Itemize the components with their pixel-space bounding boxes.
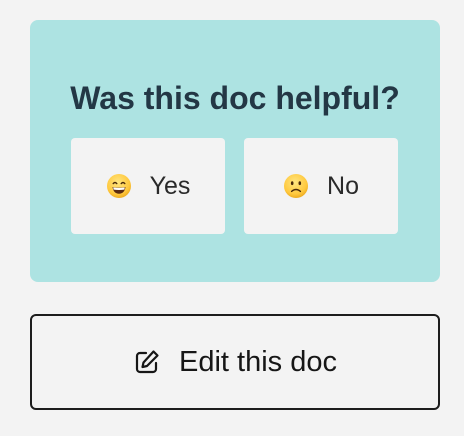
edit-this-doc-label: Edit this doc	[179, 346, 337, 378]
doc-feedback-panel: Was this doc helpful? Yes No	[30, 20, 440, 282]
edit-this-doc-button[interactable]: Edit this doc	[30, 314, 440, 410]
yes-label: Yes	[149, 172, 191, 200]
yes-button[interactable]: Yes	[71, 138, 225, 234]
no-button[interactable]: No	[244, 138, 398, 234]
slightly-frowning-face-icon	[284, 174, 309, 198]
feedback-question: Was this doc helpful?	[70, 80, 400, 116]
edit-pencil-icon	[135, 350, 159, 374]
grinning-face-icon	[106, 174, 131, 198]
no-label: No	[327, 172, 359, 200]
